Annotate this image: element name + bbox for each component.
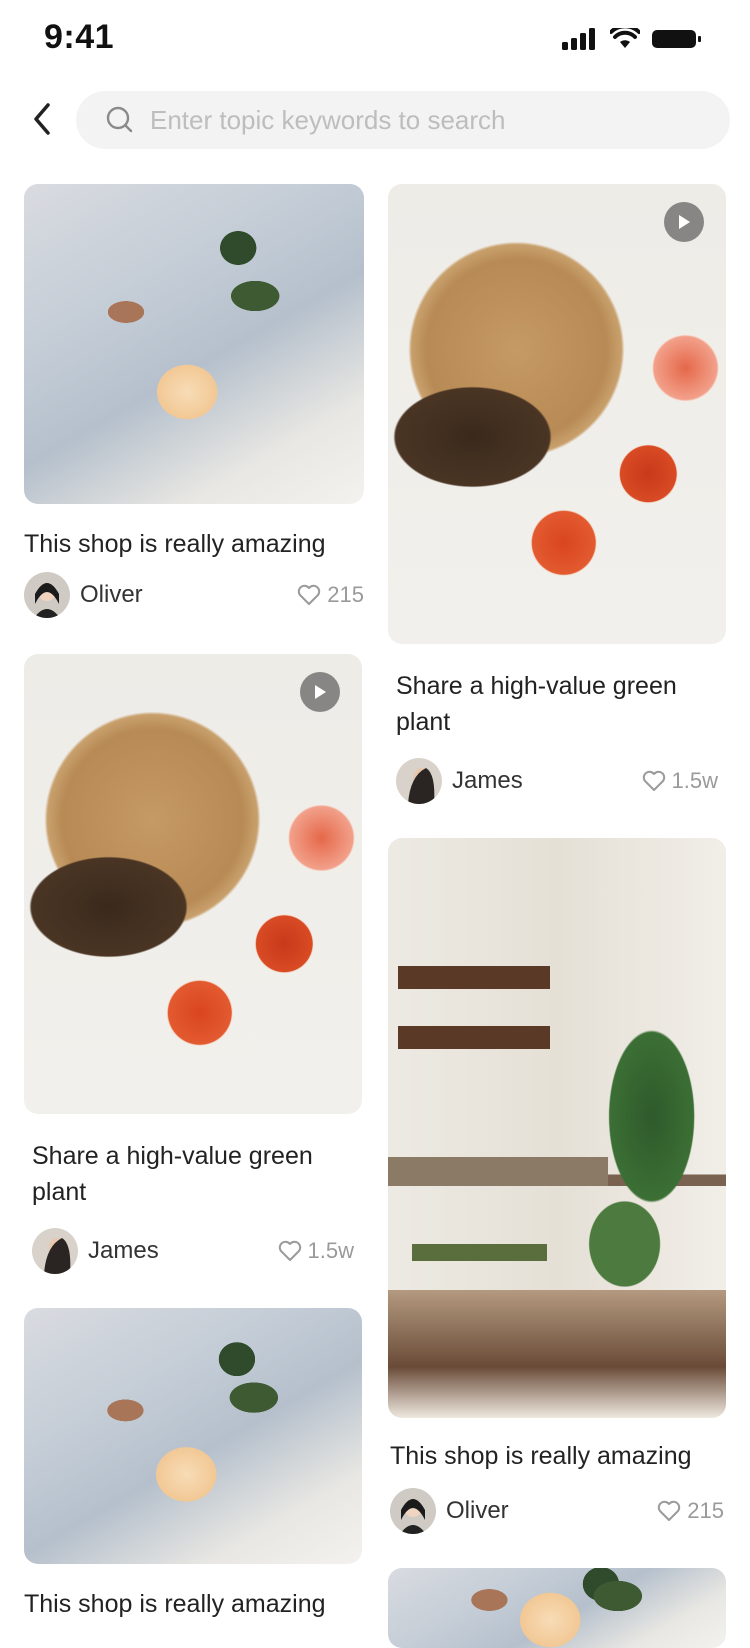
post-image[interactable] xyxy=(388,838,726,1418)
avatar xyxy=(396,758,442,804)
post-title: This shop is really amazing xyxy=(390,1442,692,1470)
cellular-signal-icon xyxy=(562,28,595,50)
post-meta: James 1.5w xyxy=(388,758,726,804)
chevron-left-icon xyxy=(34,103,50,135)
like-button[interactable]: 1.5w xyxy=(278,1238,354,1264)
post-author[interactable]: Oliver xyxy=(24,572,143,618)
avatar xyxy=(390,1488,436,1534)
post-meta: James 1.5w xyxy=(24,1228,362,1274)
chair-shape xyxy=(411,1244,547,1262)
post-card[interactable]: Share a high-value green plant James 1.5… xyxy=(24,654,362,1274)
post-card[interactable] xyxy=(388,1568,726,1648)
battery-icon xyxy=(652,30,701,48)
post-card[interactable]: This shop is really amazing Oliver 215 xyxy=(24,184,364,618)
like-count: 1.5w xyxy=(671,768,718,793)
post-image[interactable] xyxy=(24,654,362,1114)
heart-icon xyxy=(642,770,665,791)
post-card[interactable]: This shop is really amazing xyxy=(24,1308,362,1622)
search-icon xyxy=(106,106,134,134)
wifi-icon xyxy=(610,28,640,48)
desk-shape xyxy=(388,1157,608,1186)
post-card[interactable]: Share a high-value green plant James 1.5… xyxy=(388,184,726,804)
post-meta: Oliver 215 xyxy=(388,1488,726,1534)
like-count: 215 xyxy=(687,1498,724,1523)
avatar xyxy=(24,572,70,618)
play-icon xyxy=(664,202,704,242)
like-button[interactable]: 1.5w xyxy=(642,768,718,794)
like-count: 1.5w xyxy=(307,1238,354,1263)
post-author[interactable]: Oliver xyxy=(390,1488,509,1534)
avatar xyxy=(32,1228,78,1274)
post-author[interactable]: James xyxy=(396,758,523,804)
play-icon xyxy=(300,672,340,712)
author-name: Oliver xyxy=(80,581,143,608)
post-author[interactable]: James xyxy=(32,1228,159,1274)
author-name: James xyxy=(88,1237,159,1264)
post-title: This shop is really amazing xyxy=(24,1590,326,1618)
post-title: This shop is really amazing xyxy=(24,530,326,558)
status-icons xyxy=(562,28,702,50)
post-title: Share a high-value green plant xyxy=(396,672,677,736)
author-name: Oliver xyxy=(446,1497,509,1524)
author-name: James xyxy=(452,767,523,794)
back-button[interactable] xyxy=(22,94,62,144)
heart-icon xyxy=(298,584,321,605)
like-button[interactable]: 215 xyxy=(657,1498,724,1524)
like-button[interactable]: 215 xyxy=(297,582,364,608)
post-image[interactable] xyxy=(388,1568,726,1648)
post-card[interactable]: This shop is really amazing Oliver 215 xyxy=(388,838,726,1534)
header xyxy=(0,86,750,152)
like-count: 215 xyxy=(327,582,364,607)
post-image[interactable] xyxy=(24,184,364,504)
status-time: 9:41 xyxy=(44,18,115,56)
post-image[interactable] xyxy=(388,184,726,644)
search-bar[interactable] xyxy=(76,91,730,149)
post-meta: Oliver 215 xyxy=(24,572,364,618)
post-image[interactable] xyxy=(24,1308,362,1564)
heart-icon xyxy=(278,1240,301,1261)
heart-icon xyxy=(658,1500,681,1521)
post-title: Share a high-value green plant xyxy=(32,1142,313,1206)
search-input[interactable] xyxy=(148,103,692,137)
status-bar: 9:41 xyxy=(0,0,750,80)
